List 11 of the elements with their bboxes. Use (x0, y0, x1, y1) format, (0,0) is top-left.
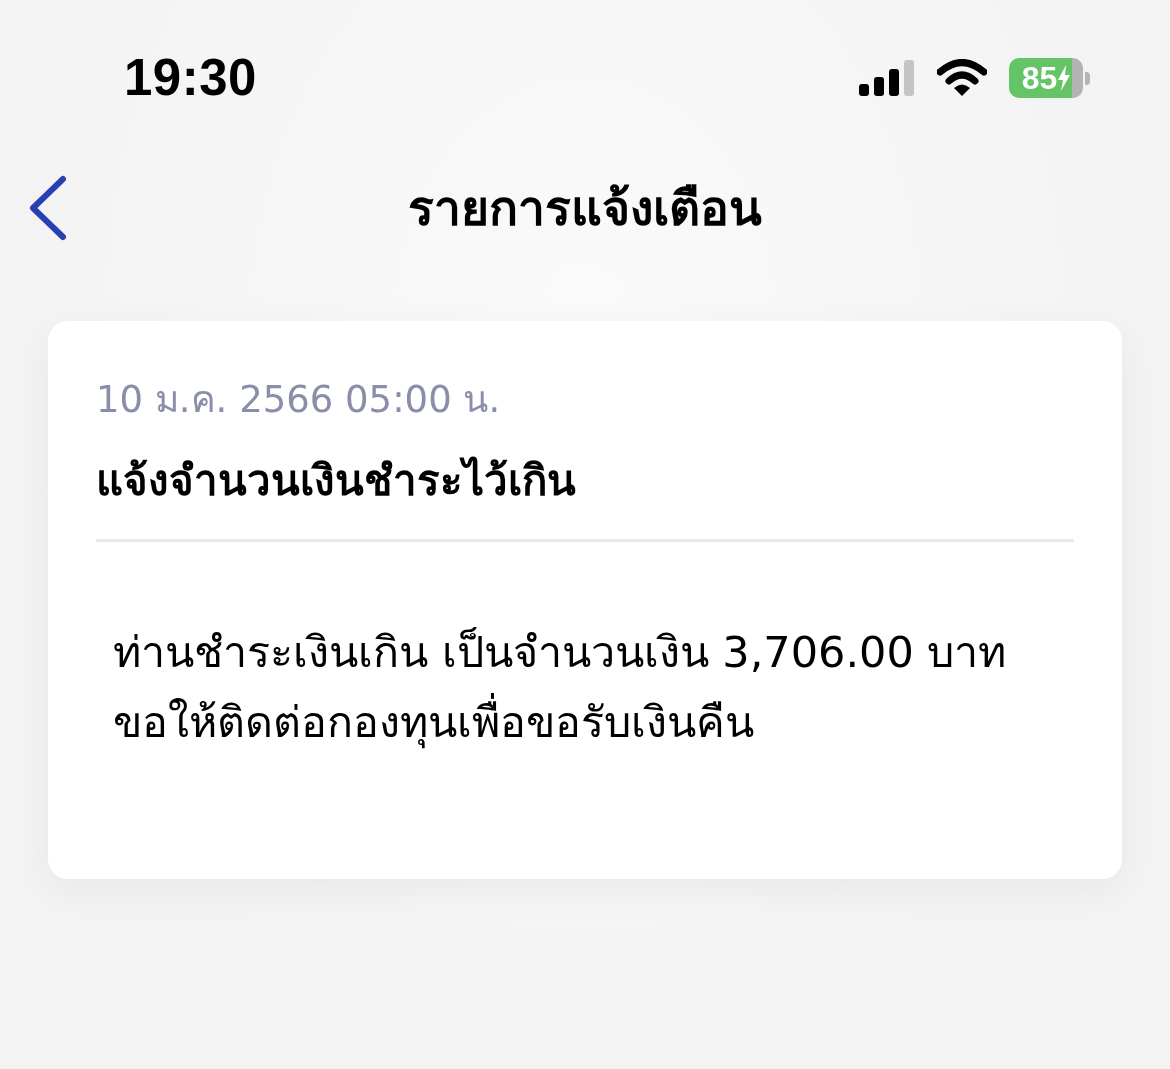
notification-date: 10 ม.ค. 2566 05:00 น. (96, 377, 502, 423)
charging-bolt-icon (1058, 65, 1071, 91)
notification-message: ท่านชำระเงินเกิน เป็นจำนวนเงิน 3,706.00 บาท ขอให้ติดต่อกองทุนเพื่อขอรับเงินคืน (112, 626, 1008, 751)
notification-title: แจ้งจำนวนเงินชำระไว้เกิน (96, 455, 577, 507)
wifi-icon (937, 59, 987, 97)
battery-tip-icon (1085, 71, 1090, 85)
page-title: รายการแจ้งเตือน (408, 179, 762, 238)
chevron-left-icon (28, 175, 68, 241)
battery-percent: 85 (1021, 60, 1058, 96)
cellular-signal-icon (859, 60, 915, 96)
status-time: 19:30 (124, 50, 257, 106)
